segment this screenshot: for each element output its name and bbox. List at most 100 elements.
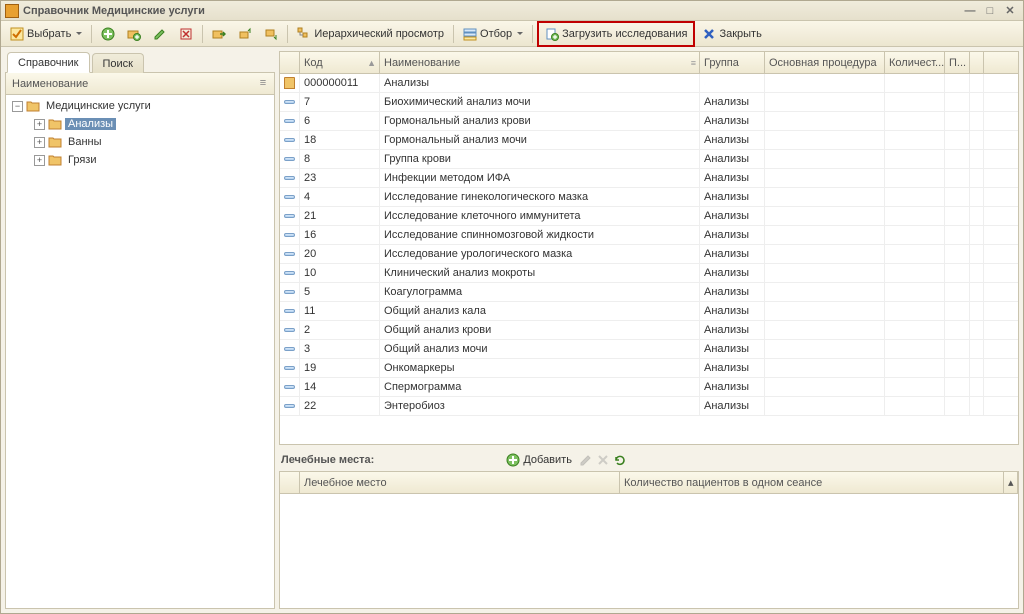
table-row[interactable]: 21Исследование клеточного иммунитетаАнал…: [280, 207, 1018, 226]
cell-group: Анализы: [700, 150, 765, 168]
cell-name: Группа крови: [380, 150, 700, 168]
move-to-group-button[interactable]: [207, 24, 231, 44]
table-row[interactable]: 4Исследование гинекологического мазкаАна…: [280, 188, 1018, 207]
titlebar: Справочник Медицинские услуги — □ ✕: [1, 1, 1023, 21]
cell-code: 14: [300, 378, 380, 396]
collapse-icon[interactable]: −: [12, 101, 23, 112]
bottom-delete-icon[interactable]: [596, 453, 610, 467]
cell-p: [945, 169, 970, 187]
table-row[interactable]: 11Общий анализ калаАнализы: [280, 302, 1018, 321]
tree-node[interactable]: +Грязи: [6, 151, 274, 169]
bottom-grid-body[interactable]: [280, 494, 1018, 608]
add-icon: [101, 27, 115, 41]
edit-button[interactable]: [148, 24, 172, 44]
item-icon: [284, 195, 295, 199]
tree-root[interactable]: − Медицинские услуги: [6, 97, 274, 115]
table-row[interactable]: 2Общий анализ кровиАнализы: [280, 321, 1018, 340]
item-icon: [284, 233, 295, 237]
table-row[interactable]: 7Биохимический анализ мочиАнализы: [280, 93, 1018, 112]
close-button[interactable]: Закрыть: [697, 24, 766, 44]
cell-code: 6: [300, 112, 380, 130]
cell-qty: [885, 378, 945, 396]
expand-icon[interactable]: +: [34, 119, 45, 130]
table-row[interactable]: 14СпермограммаАнализы: [280, 378, 1018, 397]
cell-name: Исследование клеточного иммунитета: [380, 207, 700, 225]
col-group[interactable]: Группа: [700, 52, 765, 73]
delete-button[interactable]: [174, 24, 198, 44]
expand-icon[interactable]: +: [34, 137, 45, 148]
highlighted-action: Загрузить исследования: [537, 21, 695, 47]
folder-icon: [48, 118, 62, 130]
table-row[interactable]: 6Гормональный анализ кровиАнализы: [280, 112, 1018, 131]
cell-p: [945, 359, 970, 377]
table-row[interactable]: 8Группа кровиАнализы: [280, 150, 1018, 169]
table-row[interactable]: 22ЭнтеробиозАнализы: [280, 397, 1018, 416]
close-window-button[interactable]: ✕: [1001, 4, 1019, 18]
cell-qty: [885, 226, 945, 244]
cell-group: Анализы: [700, 188, 765, 206]
cell-p: [945, 207, 970, 225]
level-up-button[interactable]: [233, 24, 257, 44]
col-icon[interactable]: [280, 52, 300, 73]
add-button[interactable]: [96, 24, 120, 44]
table-row[interactable]: 5КоагулограммаАнализы: [280, 283, 1018, 302]
table-row[interactable]: 18Гормональный анализ мочиАнализы: [280, 131, 1018, 150]
bottom-refresh-icon[interactable]: [613, 453, 627, 467]
col-code[interactable]: Код▲: [300, 52, 380, 73]
table-row[interactable]: 000000011Анализы: [280, 74, 1018, 93]
tab-directory[interactable]: Справочник: [7, 52, 90, 73]
tab-search[interactable]: Поиск: [92, 53, 144, 73]
cell-code: 10: [300, 264, 380, 282]
col-p[interactable]: П...: [945, 52, 970, 73]
table-row[interactable]: 16Исследование спинномозговой жидкостиАн…: [280, 226, 1018, 245]
table-row[interactable]: 3Общий анализ мочиАнализы: [280, 340, 1018, 359]
col-name[interactable]: Наименование≡: [380, 52, 700, 73]
cell-main-proc: [765, 340, 885, 358]
window-title: Справочник Медицинские услуги: [23, 5, 205, 17]
table-row[interactable]: 19ОнкомаркерыАнализы: [280, 359, 1018, 378]
bottom-add-button[interactable]: Добавить: [502, 453, 576, 467]
cell-code: 3: [300, 340, 380, 358]
col-patients[interactable]: Количество пациентов в одном сеансе: [620, 472, 1004, 493]
minimize-button[interactable]: —: [961, 4, 979, 18]
select-button[interactable]: Выбрать: [5, 24, 87, 44]
item-icon: [284, 328, 295, 332]
bottom-section: Лечебные места: Добавить Лечеб: [279, 449, 1019, 609]
cell-p: [945, 302, 970, 320]
cell-group: Анализы: [700, 397, 765, 415]
sort-icon[interactable]: ≡: [256, 77, 270, 91]
folder-icon: [26, 100, 40, 112]
bottom-edit-icon[interactable]: [579, 453, 593, 467]
load-research-button[interactable]: Загрузить исследования: [540, 24, 692, 44]
cell-name: Исследование спинномозговой жидкости: [380, 226, 700, 244]
left-pane: Справочник Поиск Наименование ≡ − Медици…: [5, 51, 275, 609]
tree-node[interactable]: +Анализы: [6, 115, 274, 133]
col-qty[interactable]: Количест...: [885, 52, 945, 73]
col-main-proc[interactable]: Основная процедура: [765, 52, 885, 73]
left-tabs: Справочник Поиск: [5, 51, 275, 73]
cell-group: Анализы: [700, 131, 765, 149]
col-place[interactable]: Лечебное место: [300, 472, 620, 493]
grid-body[interactable]: 000000011Анализы7Биохимический анализ мо…: [280, 74, 1018, 444]
tree-node[interactable]: +Ванны: [6, 133, 274, 151]
col-icon[interactable]: [280, 472, 300, 493]
filter-button[interactable]: Отбор: [458, 24, 528, 44]
cell-group: Анализы: [700, 283, 765, 301]
cell-code: 4: [300, 188, 380, 206]
cell-qty: [885, 74, 945, 92]
cell-p: [945, 397, 970, 415]
tree-column-header[interactable]: Наименование ≡: [6, 73, 274, 95]
maximize-button[interactable]: □: [981, 4, 999, 18]
cell-qty: [885, 207, 945, 225]
table-row[interactable]: 10Клинический анализ мокротыАнализы: [280, 264, 1018, 283]
col-scroll-up[interactable]: ▴: [1004, 472, 1018, 493]
add-folder-button[interactable]: [122, 24, 146, 44]
item-icon: [284, 119, 295, 123]
hierarchical-view-button[interactable]: Иерархический просмотр: [292, 24, 449, 44]
table-row[interactable]: 23Инфекции методом ИФААнализы: [280, 169, 1018, 188]
level-down-button[interactable]: [259, 24, 283, 44]
table-row[interactable]: 20Исследование урологического мазкаАнали…: [280, 245, 1018, 264]
expand-icon[interactable]: +: [34, 155, 45, 166]
tree: − Медицинские услуги +Анализы+Ванны+Гряз…: [6, 95, 274, 608]
cell-main-proc: [765, 245, 885, 263]
